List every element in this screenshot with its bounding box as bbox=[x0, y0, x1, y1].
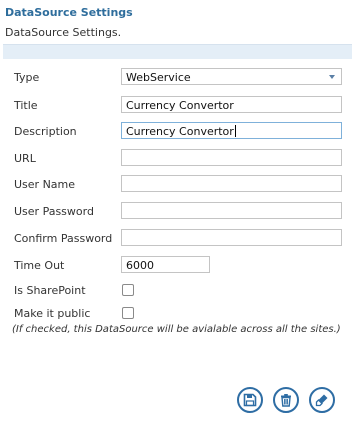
type-select-value: WebService bbox=[126, 71, 191, 84]
is-sharepoint-label: Is SharePoint bbox=[14, 284, 86, 297]
panel-title: DataSource Settings bbox=[5, 6, 133, 19]
user-password-row: User Password bbox=[14, 202, 344, 222]
is-sharepoint-row: Is SharePoint bbox=[14, 281, 344, 301]
user-password-label: User Password bbox=[14, 205, 94, 218]
make-public-row: Make it public bbox=[14, 304, 344, 324]
text-caret bbox=[234, 125, 236, 137]
url-label: URL bbox=[14, 152, 36, 165]
eraser-icon bbox=[315, 394, 328, 407]
chevron-down-icon[interactable] bbox=[329, 75, 335, 79]
user-name-row: User Name bbox=[14, 175, 344, 195]
delete-button[interactable] bbox=[273, 387, 299, 413]
description-input-value: Currency Convertor bbox=[126, 125, 234, 138]
confirm-password-row: Confirm Password bbox=[14, 229, 344, 249]
save-button[interactable] bbox=[237, 387, 263, 413]
user-name-label: User Name bbox=[14, 178, 76, 191]
time-out-input[interactable]: 6000 bbox=[121, 256, 210, 273]
make-public-label: Make it public bbox=[14, 307, 91, 320]
description-input[interactable]: Currency Convertor bbox=[121, 122, 342, 139]
trash-icon bbox=[281, 394, 291, 407]
url-input[interactable] bbox=[121, 149, 342, 166]
make-public-note: (If checked, this DataSource will be avi… bbox=[12, 324, 341, 335]
user-password-input[interactable] bbox=[121, 202, 342, 219]
description-label: Description bbox=[14, 125, 77, 138]
make-public-checkbox[interactable] bbox=[122, 307, 134, 319]
title-label: Title bbox=[14, 99, 38, 112]
title-row: Title Currency Convertor bbox=[14, 96, 344, 116]
time-out-row: Time Out 6000 bbox=[14, 256, 344, 276]
confirm-password-label: Confirm Password bbox=[14, 232, 113, 245]
url-row: URL bbox=[14, 149, 344, 169]
confirm-password-input[interactable] bbox=[121, 229, 342, 246]
type-label: Type bbox=[14, 71, 40, 84]
is-sharepoint-checkbox[interactable] bbox=[122, 284, 134, 296]
time-out-label: Time Out bbox=[14, 259, 65, 272]
type-row: Type WebService bbox=[14, 68, 344, 88]
title-input[interactable]: Currency Convertor bbox=[121, 96, 342, 113]
description-row: Description Currency Convertor bbox=[14, 122, 344, 142]
panel-description: DataSource Settings. bbox=[5, 26, 122, 39]
section-bar bbox=[3, 44, 352, 59]
user-name-input[interactable] bbox=[121, 175, 342, 192]
type-select[interactable]: WebService bbox=[121, 68, 342, 85]
floppy-disk-icon bbox=[243, 393, 257, 407]
clear-button[interactable] bbox=[309, 387, 335, 413]
